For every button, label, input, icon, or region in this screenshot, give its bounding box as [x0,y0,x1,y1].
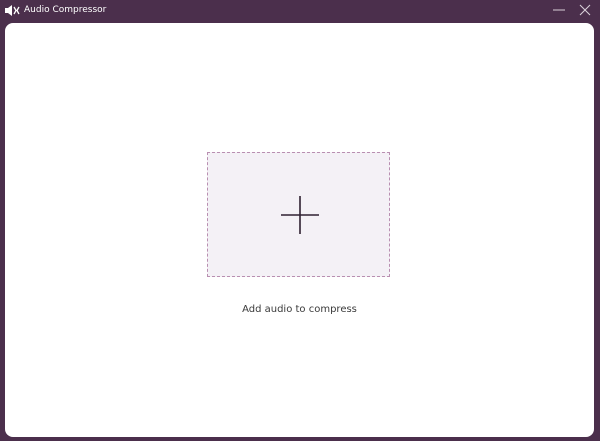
app-window: Audio Compressor Add audio to compress [0,0,600,441]
add-audio-hint: Add audio to compress [242,304,357,315]
minimize-icon [553,9,565,11]
main-panel: Add audio to compress [5,23,594,437]
close-button[interactable] [576,2,594,18]
close-icon [579,4,591,16]
window-title: Audio Compressor [24,5,107,15]
add-audio-dropzone[interactable] [207,152,390,277]
minimize-button[interactable] [550,2,568,18]
speaker-compress-icon [5,5,20,16]
plus-icon [281,196,319,234]
title-bar: Audio Compressor [0,0,600,22]
